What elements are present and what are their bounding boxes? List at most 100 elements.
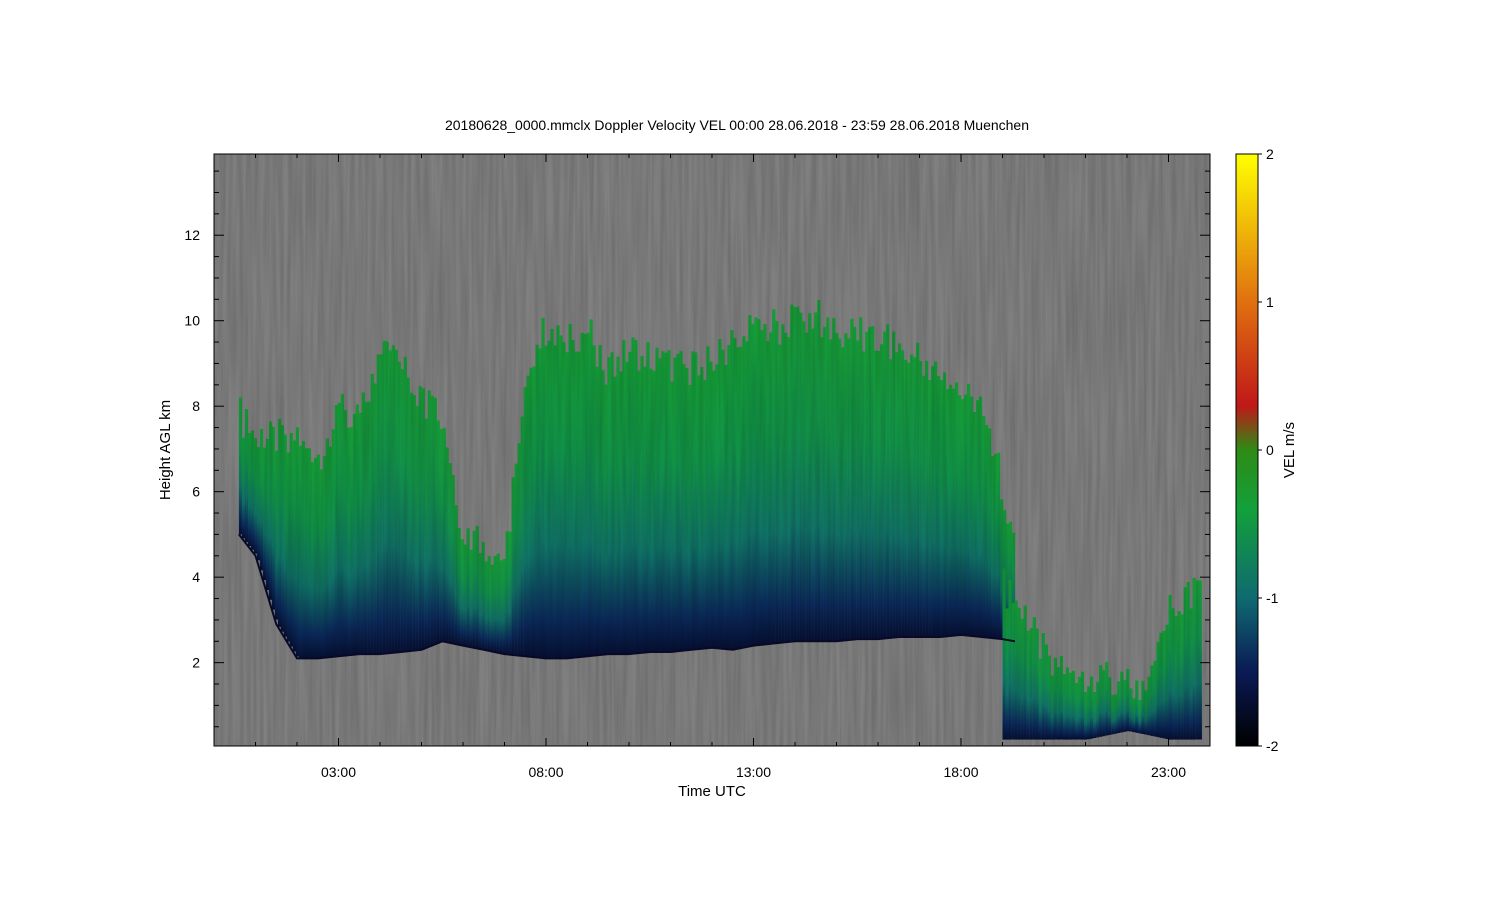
velocity-column: [703, 380, 707, 649]
velocity-column: [421, 388, 425, 650]
velocity-column: [733, 337, 737, 650]
velocity-column: [808, 313, 812, 642]
velocity-column: [649, 368, 653, 652]
velocity-column: [799, 312, 803, 642]
velocity-column: [604, 384, 608, 655]
velocity-column: [805, 332, 809, 642]
velocity-column: [877, 351, 881, 640]
velocity-column: [436, 420, 440, 644]
velocity-column: [526, 375, 530, 657]
velocity-column: [1156, 641, 1160, 738]
velocity-column: [307, 448, 311, 659]
velocity-column: [658, 358, 662, 652]
velocity-column: [1047, 655, 1051, 740]
velocity-column: [958, 395, 962, 636]
velocity-column: [874, 350, 878, 640]
velocity-column: [955, 382, 959, 636]
velocity-column: [967, 383, 971, 636]
velocity-column: [295, 427, 299, 657]
velocity-column: [856, 340, 860, 640]
velocity-column: [574, 351, 578, 658]
velocity-column: [940, 380, 944, 637]
velocity-column: [748, 315, 752, 647]
velocity-column: [898, 343, 902, 638]
radar-velocity-chart: 20180628_0000.mmclx Doppler Velocity VEL…: [157, 117, 1298, 800]
velocity-column: [370, 373, 374, 655]
velocity-column: [631, 337, 635, 654]
velocity-column: [1144, 690, 1148, 735]
velocity-column: [727, 344, 731, 650]
y-tick-label: 10: [184, 313, 200, 329]
velocity-column: [568, 324, 572, 659]
velocity-column: [616, 356, 620, 655]
velocity-column: [1177, 611, 1181, 740]
velocity-column: [334, 405, 338, 657]
velocity-column: [511, 477, 515, 655]
velocity-column: [991, 456, 995, 638]
velocity-column: [910, 354, 914, 637]
velocity-column: [745, 341, 749, 648]
velocity-column: [1183, 587, 1187, 740]
velocity-column: [778, 344, 782, 643]
velocity-column: [478, 553, 482, 649]
velocity-column: [706, 346, 710, 649]
plot-area: 03:00 08:00 13:00 18:00 23:00 2 4 6 8 10 12: [184, 153, 1211, 780]
velocity-column: [1035, 628, 1039, 740]
velocity-column: [907, 362, 911, 637]
colorbar-tick-label: 2: [1266, 146, 1274, 162]
velocity-column: [538, 348, 542, 658]
velocity-column: [1180, 614, 1184, 740]
velocity-column: [316, 454, 320, 659]
velocity-column: [1108, 677, 1112, 735]
colorbar-label: VEL m/s: [1281, 422, 1298, 478]
velocity-column: [388, 350, 392, 654]
velocity-column: [529, 367, 533, 657]
velocity-column: [418, 386, 422, 651]
velocity-column: [793, 307, 797, 642]
velocity-column: [1002, 568, 1006, 740]
velocity-column: [781, 324, 785, 643]
velocity-column: [715, 364, 719, 649]
velocity-column: [622, 339, 626, 655]
velocity-column: [325, 438, 329, 658]
velocity-column: [1020, 618, 1024, 740]
velocity-column: [499, 560, 503, 654]
velocity-column: [754, 317, 758, 646]
velocity-column: [820, 337, 824, 642]
y-tick-label: 6: [192, 484, 200, 500]
velocity-column: [1029, 628, 1033, 740]
velocity-column: [262, 447, 267, 581]
velocity-column: [1038, 658, 1042, 740]
velocity-column: [724, 364, 728, 649]
x-tick-label: 13:00: [736, 764, 771, 780]
velocity-column: [550, 328, 554, 659]
velocity-column: [1008, 579, 1012, 740]
velocity-column: [601, 370, 605, 655]
velocity-column: [895, 352, 899, 638]
velocity-column: [1044, 644, 1048, 740]
velocity-column: [301, 441, 305, 659]
velocity-column: [661, 351, 665, 652]
velocity-column: [1081, 671, 1085, 740]
velocity-column: [259, 428, 264, 571]
velocity-column: [1056, 667, 1060, 740]
y-axis-label: Height AGL km: [157, 400, 174, 500]
x-tick-label: 03:00: [321, 764, 356, 780]
velocity-column: [607, 357, 611, 655]
velocity-column: [913, 357, 917, 637]
velocity-column: [862, 351, 866, 640]
velocity-column: [1005, 608, 1009, 740]
velocity-column: [697, 375, 701, 650]
velocity-column: [652, 370, 656, 652]
velocity-column: [517, 443, 521, 656]
velocity-column: [628, 351, 632, 655]
velocity-column: [1153, 660, 1157, 737]
velocity-column: [739, 346, 743, 649]
velocity-column: [355, 404, 359, 655]
velocity-column: [847, 338, 851, 641]
velocity-column: [595, 366, 599, 656]
velocity-column: [1090, 676, 1094, 739]
velocity-column: [328, 446, 332, 658]
velocity-column: [859, 317, 863, 640]
velocity-column: [613, 376, 617, 655]
